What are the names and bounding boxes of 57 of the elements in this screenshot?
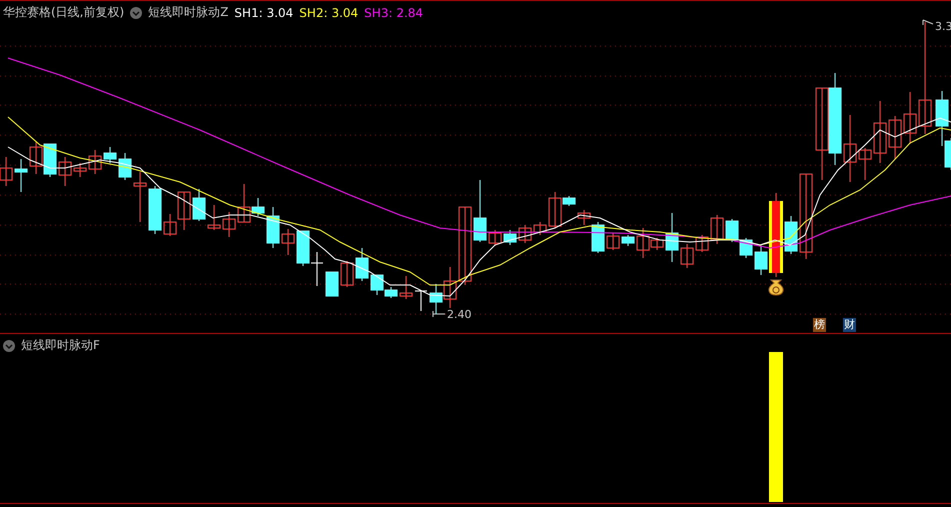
candlestick bbox=[310, 252, 324, 286]
candlestick bbox=[134, 172, 146, 222]
candlestick bbox=[680, 244, 694, 268]
badge[interactable]: 榜 bbox=[813, 318, 826, 332]
candlestick bbox=[534, 222, 546, 236]
candlestick bbox=[696, 234, 708, 252]
candlestick bbox=[192, 188, 206, 222]
candlestick bbox=[874, 100, 886, 164]
candlestick bbox=[74, 162, 86, 178]
candlestick bbox=[208, 204, 220, 230]
candlestick bbox=[888, 116, 902, 160]
candlestick bbox=[58, 156, 72, 186]
money-bag-icon bbox=[768, 280, 784, 296]
badge[interactable]: 财 bbox=[843, 318, 856, 332]
candlestick bbox=[518, 224, 532, 244]
candlestick bbox=[296, 230, 310, 266]
indicator-name: 短线即时脉动Z bbox=[148, 4, 228, 21]
indicator-value: SH3: 2.84 bbox=[364, 6, 424, 20]
indicator-name: 短线即时脉动F bbox=[21, 337, 100, 354]
candlestick bbox=[30, 142, 42, 174]
candlestick bbox=[266, 206, 280, 248]
candlestick bbox=[710, 214, 724, 244]
candlestick bbox=[14, 158, 28, 192]
candlestick bbox=[0, 156, 12, 186]
candlestick bbox=[282, 228, 294, 256]
candlestick bbox=[88, 150, 102, 174]
candlestick bbox=[340, 260, 354, 288]
candlestick bbox=[844, 114, 856, 182]
pointer-arrow-icon bbox=[432, 310, 446, 318]
candlestick bbox=[754, 244, 768, 276]
candlestick bbox=[488, 230, 502, 246]
candlestick bbox=[118, 152, 132, 180]
candlestick bbox=[666, 212, 678, 262]
candlestick bbox=[400, 276, 412, 300]
candlestick bbox=[356, 248, 368, 282]
candlestick bbox=[504, 230, 516, 246]
candlestick bbox=[414, 290, 428, 312]
candlestick bbox=[104, 146, 116, 164]
candlestick bbox=[606, 232, 620, 250]
candlestick bbox=[44, 144, 56, 178]
candlestick bbox=[148, 186, 162, 234]
indicator-value: SH1: 3.04 bbox=[234, 6, 294, 20]
candlestick bbox=[622, 234, 634, 246]
candlestick bbox=[444, 266, 456, 308]
candlestick bbox=[858, 148, 872, 180]
stock-title: 华控赛格(日线,前复权) bbox=[3, 4, 124, 21]
pointer-arrow-icon bbox=[922, 19, 934, 27]
candlestick bbox=[474, 180, 486, 242]
candlestick bbox=[326, 272, 338, 296]
dropdown-icon[interactable] bbox=[3, 340, 15, 352]
candlestick bbox=[726, 218, 738, 242]
indicator-value: SH2: 3.04 bbox=[299, 6, 358, 20]
candlestick bbox=[222, 212, 236, 238]
candlestick bbox=[904, 92, 916, 144]
candlestick bbox=[430, 284, 442, 314]
price-label: 2.40 bbox=[447, 308, 472, 321]
dropdown-icon[interactable] bbox=[130, 6, 142, 18]
